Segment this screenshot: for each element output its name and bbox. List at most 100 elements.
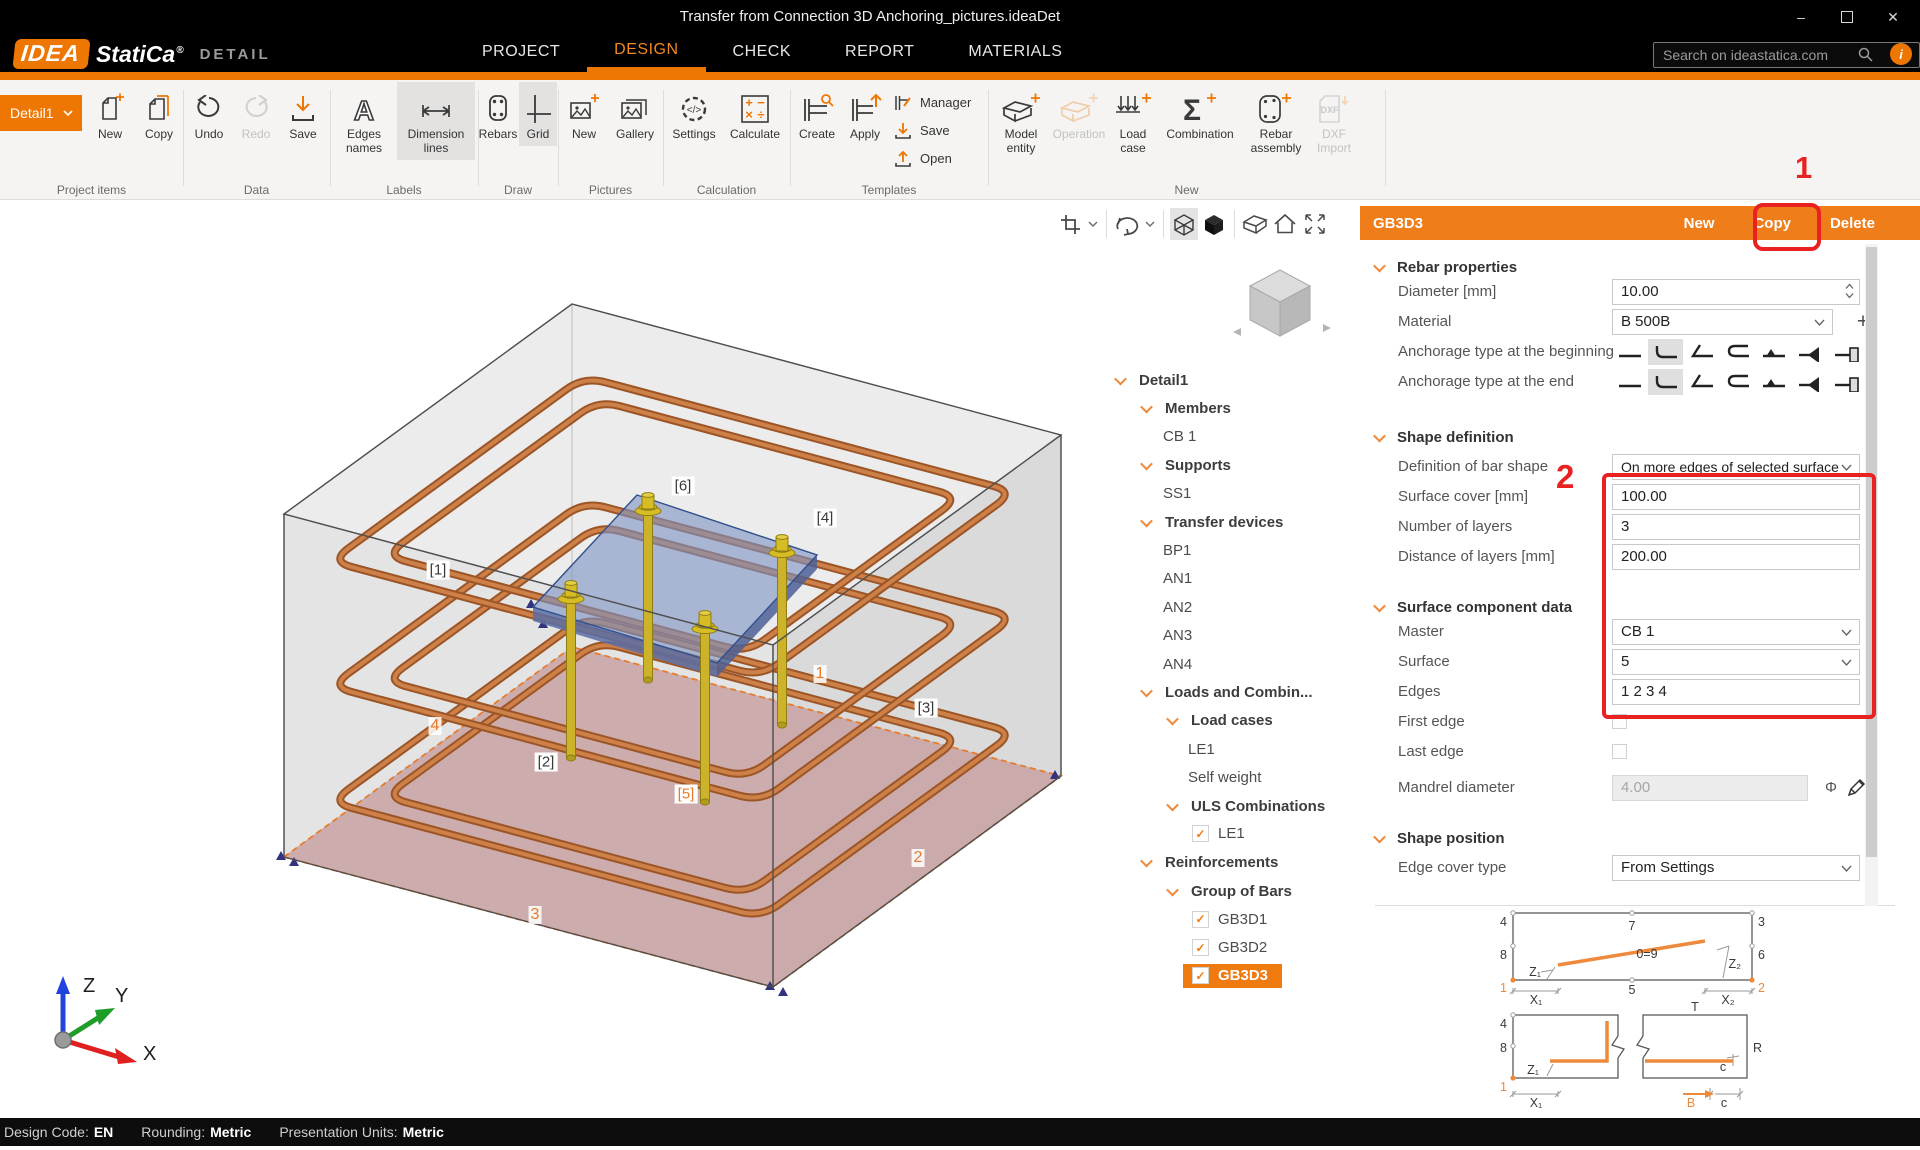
rotate-view-dropdown[interactable] (1143, 208, 1157, 240)
section-shape-position[interactable]: Shape position (1375, 828, 1505, 848)
zoom-window-dropdown[interactable] (1086, 208, 1100, 240)
rebar-assembly-button[interactable]: Rebar assembly (1244, 87, 1308, 156)
tab-report[interactable]: REPORT (818, 35, 941, 72)
template-apply-button[interactable]: Apply (843, 87, 887, 142)
tree-item-gb3d1[interactable]: ✓GB3D1 (1112, 905, 1360, 933)
save-button[interactable]: Save (280, 87, 326, 142)
tree-item-load-cases[interactable]: Load cases (1112, 707, 1360, 735)
tree-item-transfer-devices[interactable]: Transfer devices (1112, 508, 1360, 536)
tree-item-an2[interactable]: AN2 (1112, 593, 1360, 621)
tree-item-self-weight[interactable]: Self weight (1112, 763, 1360, 791)
mandrel-input: 4.00 (1612, 775, 1808, 801)
rebars-toggle[interactable]: Rebars (478, 87, 518, 142)
anchorage-loop-icon[interactable] (1720, 369, 1755, 395)
tree-item-gb3d2[interactable]: ✓GB3D2 (1112, 934, 1360, 962)
tree-item-group-of-bars[interactable]: Group of Bars (1112, 877, 1360, 905)
material-dropdown[interactable]: B 500B (1612, 309, 1833, 335)
edit-pencil-icon[interactable] (1846, 778, 1866, 798)
viewport-3d[interactable]: [1] [2] [3] [4] [5] [6] 1 2 3 4 Detail1 … (0, 200, 1360, 1118)
section-surface-component[interactable]: Surface component data (1375, 597, 1572, 617)
tab-project[interactable]: PROJECT (455, 35, 587, 72)
edge-cover-dropdown[interactable]: From Settings (1612, 855, 1860, 881)
tab-design[interactable]: DESIGN (587, 35, 705, 72)
tree-item-members[interactable]: Members (1112, 394, 1360, 422)
last-edge-checkbox[interactable] (1612, 744, 1627, 759)
anchorage-plate-icon[interactable] (1828, 369, 1863, 395)
navigation-cube[interactable] (1225, 248, 1345, 343)
checkbox-checked-icon[interactable]: ✓ (1192, 967, 1209, 984)
tab-materials[interactable]: MATERIALS (941, 35, 1089, 72)
anchorage-welded-bar-icon[interactable] (1756, 339, 1791, 365)
tree-item-cb1[interactable]: CB 1 (1112, 423, 1360, 451)
anchorage-plate-icon[interactable] (1828, 339, 1863, 365)
tab-check[interactable]: CHECK (706, 35, 819, 72)
info-button[interactable]: i (1890, 43, 1912, 65)
prop-delete-button[interactable]: Delete (1830, 215, 1875, 232)
zoom-window-button[interactable] (1056, 208, 1084, 240)
anchorage-cone-icon[interactable] (1792, 339, 1827, 365)
prop-new-button[interactable]: New (1684, 215, 1715, 232)
dimension-lines-toggle[interactable]: Dimension lines (397, 82, 475, 160)
section-rebar-properties[interactable]: Rebar properties (1375, 257, 1517, 277)
undo-button[interactable]: Undo (186, 87, 232, 142)
edges-names-toggle[interactable]: A Edges names (333, 87, 395, 156)
new-project-button[interactable]: New (86, 87, 134, 142)
tree-item-ss1[interactable]: SS1 (1112, 480, 1360, 508)
tree-item-uls-le1[interactable]: ✓LE1 (1112, 820, 1360, 848)
anchorage-loop-icon[interactable] (1720, 339, 1755, 365)
tree-item-detail1[interactable]: Detail1 (1112, 366, 1360, 394)
spinner-icon[interactable] (1845, 283, 1854, 299)
tree-item-reinforcements[interactable]: Reinforcements (1112, 849, 1360, 877)
anchorage-hook-icon[interactable] (1648, 369, 1683, 395)
tree-item-loads[interactable]: Loads and Combin... (1112, 678, 1360, 706)
template-create-button[interactable]: Create (793, 87, 841, 142)
tree-item-supports[interactable]: Supports (1112, 451, 1360, 479)
tree-item-uls-combinations[interactable]: ULS Combinations (1112, 792, 1360, 820)
section-view-button[interactable] (1241, 208, 1269, 240)
load-case-button[interactable]: Load case (1110, 87, 1156, 156)
anchorage-straight-icon[interactable] (1612, 369, 1647, 395)
home-view-button[interactable] (1271, 208, 1299, 240)
anchorage-bend-icon[interactable] (1684, 369, 1719, 395)
diagram-b: B (1687, 1096, 1695, 1110)
anchorage-welded-bar-icon[interactable] (1756, 369, 1791, 395)
combination-button[interactable]: Σ Combination (1158, 87, 1242, 142)
anchorage-cone-icon[interactable] (1792, 369, 1827, 395)
group-caption: Pictures (558, 183, 663, 197)
settings-button[interactable]: </> Settings (666, 87, 722, 142)
module-name: DETAIL (200, 46, 271, 63)
section-shape-definition[interactable]: Shape definition (1375, 427, 1514, 447)
copy-project-button[interactable]: Copy (136, 87, 182, 142)
close-button[interactable]: ✕ (1870, 0, 1916, 34)
minimize-button[interactable]: – (1778, 0, 1824, 34)
anchorage-straight-icon[interactable] (1612, 339, 1647, 365)
maximize-button[interactable] (1824, 0, 1870, 34)
gallery-button[interactable]: Gallery (609, 87, 661, 142)
zoom-fit-button[interactable] (1301, 208, 1329, 240)
checkbox-checked-icon[interactable]: ✓ (1192, 911, 1209, 928)
template-open-button[interactable]: Open (893, 146, 971, 171)
model-entity-button[interactable]: Model entity (992, 87, 1050, 156)
template-manager-button[interactable]: Manager (893, 90, 971, 115)
search-input[interactable] (1653, 42, 1920, 68)
solid-view-button[interactable] (1200, 208, 1228, 240)
rotate-view-button[interactable] (1113, 208, 1141, 240)
anchorage-bend-icon[interactable] (1684, 339, 1719, 365)
tree-item-an3[interactable]: AN3 (1112, 622, 1360, 650)
calculate-button[interactable]: +−×÷ Calculate (723, 87, 787, 142)
picture-new-button[interactable]: New (561, 87, 607, 142)
tree-item-gb3d3-selected[interactable]: ✓GB3D3 (1112, 962, 1360, 990)
tree-item-an4[interactable]: AN4 (1112, 650, 1360, 678)
template-save-button[interactable]: Save (893, 118, 971, 143)
checkbox-checked-icon[interactable]: ✓ (1192, 825, 1209, 842)
diameter-input[interactable]: 10.00 (1612, 279, 1860, 305)
wireframe-view-button[interactable] (1170, 208, 1198, 240)
tree-item-bp1[interactable]: BP1 (1112, 536, 1360, 564)
axis-z-label: Z (83, 975, 95, 997)
tree-item-an1[interactable]: AN1 (1112, 565, 1360, 593)
project-selector-dropdown[interactable]: Detail1 (0, 95, 82, 131)
grid-toggle[interactable]: Grid (519, 82, 557, 146)
tree-item-le1[interactable]: LE1 (1112, 735, 1360, 763)
anchorage-hook-icon[interactable] (1648, 339, 1683, 365)
checkbox-checked-icon[interactable]: ✓ (1192, 939, 1209, 956)
